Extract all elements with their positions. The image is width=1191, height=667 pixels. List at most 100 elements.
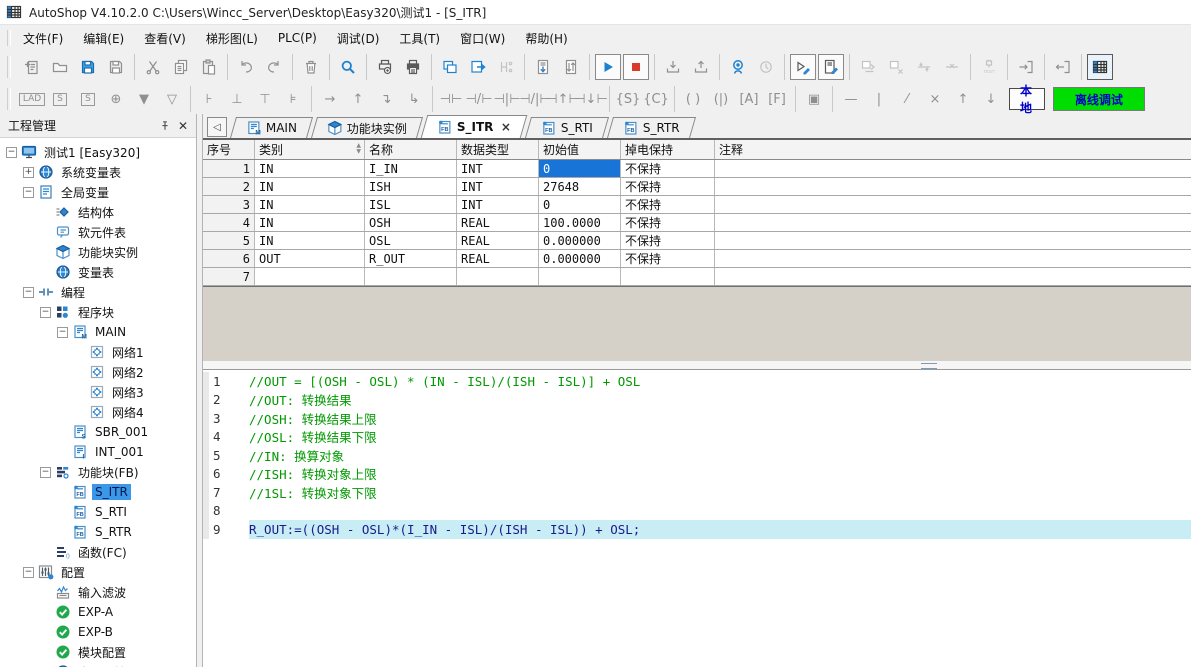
cell-name[interactable]: ISL [365,196,457,213]
cell-retain[interactable] [621,268,715,285]
expander-icon[interactable]: − [23,567,34,578]
code-line-8[interactable]: 8 [203,502,1191,521]
line-up-button[interactable]: ↑ [345,86,371,112]
column-header-5[interactable]: 掉电保持 [621,140,715,159]
tree-item-s-rti[interactable]: FBS_RTI [0,502,196,522]
tab-fb-instance[interactable]: 功能块实例 [311,117,423,138]
device-monitor-table-button[interactable] [1087,54,1113,80]
coil-out-button[interactable]: ( ) [680,86,706,112]
tree-item-fb-instances[interactable]: 功能块实例 [0,242,196,262]
cell-type[interactable]: INT [457,178,539,195]
online-edit-button[interactable] [818,54,844,80]
export-window-button[interactable] [465,54,491,80]
tree-item-functions-fc[interactable]: ()函数(FC) [0,542,196,562]
print-preview-button[interactable] [372,54,398,80]
cell-type[interactable]: INT [457,160,539,177]
branch-close-button[interactable]: ⊥ [224,86,250,112]
tree-item-input-filter[interactable]: 输入滤波 [0,582,196,602]
tree-item-network-3[interactable]: 网络3 [0,382,196,402]
menu-item-3[interactable]: 梯形图(L) [197,27,267,50]
menu-item-5[interactable]: 调试(D) [328,27,389,50]
cell-no[interactable]: 5 [203,232,255,249]
cell-no[interactable]: 4 [203,214,255,231]
contact-no-button[interactable]: ⊣⊢ [438,86,464,112]
find-button[interactable] [335,54,361,80]
column-header-1[interactable]: 类别▲▼ [255,140,365,159]
monitor-button[interactable] [725,54,751,80]
cell-init[interactable]: 27648 [539,178,621,195]
lad-mode-button[interactable]: LAD [19,86,45,112]
upload-plc-button[interactable] [688,54,714,80]
tree-item-function-blocks-fb[interactable]: −功能块(FB) [0,462,196,482]
tab-close-icon[interactable]: × [500,120,510,134]
move-up-button[interactable]: ↑ [950,86,976,112]
tree-item-variable-table[interactable]: 变量表 [0,262,196,282]
cell-name[interactable]: R_OUT [365,250,457,267]
tree-item-global-variables[interactable]: −全局变量 [0,182,196,202]
tree-item-struct-types[interactable]: 结构体 [0,202,196,222]
stl-mode-button[interactable]: S [47,86,73,112]
tree-item-exp-b[interactable]: EXP-B [0,622,196,642]
cell-name[interactable]: OSH [365,214,457,231]
insert-row-down-button[interactable]: ▼ [131,86,157,112]
code-line-2[interactable]: 2//OUT: 转换结果 [203,391,1191,410]
cell-cat[interactable]: IN [255,160,365,177]
logout-button[interactable] [1050,54,1076,80]
time-monitor-button[interactable] [753,54,779,80]
cell-no[interactable]: 6 [203,250,255,267]
contact-rising-button[interactable]: ⊣↑⊢ [550,86,576,112]
tree-item-s-itr[interactable]: FBS_ITR [0,482,196,502]
coil-not-button[interactable]: (|) [708,86,734,112]
tree-item-main-program[interactable]: −MMAIN [0,322,196,342]
coil-reset-button[interactable]: {C} [643,86,669,112]
h-line-button[interactable]: — [838,86,864,112]
tree-item-network-4[interactable]: 网络4 [0,402,196,422]
cell-retain[interactable]: 不保持 [621,160,715,177]
tree-item-electronic-cam[interactable]: 电子凸轮 [0,662,196,667]
download-plc-button[interactable] [660,54,686,80]
cell-comment[interactable] [715,196,1191,213]
cell-no[interactable]: 1 [203,160,255,177]
column-header-2[interactable]: 名称 [365,140,457,159]
cell-init[interactable]: 0.000000 [539,250,621,267]
paste-button[interactable] [196,54,222,80]
code-line-4[interactable]: 4//OSL: 转换结果下限 [203,428,1191,447]
cell-cat[interactable]: IN [255,232,365,249]
cell-comment[interactable] [715,214,1191,231]
tree-item-program-blocks[interactable]: −程序块 [0,302,196,322]
function-block-insert-button[interactable]: ▣ [801,86,827,112]
expander-icon[interactable]: − [40,307,51,318]
contact-n-button[interactable]: ⊣/|⊢ [522,86,548,112]
cell-comment[interactable] [715,178,1191,195]
stop-button[interactable] [623,54,649,80]
line-corner-down-button[interactable]: ↴ [373,86,399,112]
menu-item-8[interactable]: 帮助(H) [516,27,576,50]
element-usage-button[interactable] [883,54,909,80]
tree-item-system-variable-table[interactable]: +系统变量表 [0,162,196,182]
cell-no[interactable]: 3 [203,196,255,213]
cell-type[interactable]: REAL [457,232,539,249]
tree-item-device-element-table[interactable]: 软元件表 [0,222,196,242]
cell-retain[interactable]: 不保持 [621,196,715,213]
tab-s-rtr[interactable]: FBS_RTR [607,117,696,138]
cell-type[interactable] [457,268,539,285]
column-header-4[interactable]: 初始值 [539,140,621,159]
cell-type[interactable]: REAL [457,250,539,267]
redo-button[interactable] [261,54,287,80]
run-button[interactable] [595,54,621,80]
column-header-6[interactable]: 注释 [715,140,1191,159]
debug-mode-indicator[interactable]: 离线调试 [1053,87,1145,111]
code-line-5[interactable]: 5//IN: 换算对象 [203,446,1191,465]
expander-icon[interactable]: − [57,327,68,338]
tree-item-configuration[interactable]: −配置 [0,562,196,582]
code-line-1[interactable]: 1//OUT = [(OSH - OSL) * (IN - ISL)/(ISH … [203,372,1191,391]
delete-row-ladder-button[interactable]: ▽ [159,86,185,112]
open-project-button[interactable] [47,54,73,80]
local-button[interactable]: 本地 [1009,88,1045,110]
tab-s-rti[interactable]: FBS_RTI [525,117,609,138]
cell-cat[interactable]: IN [255,214,365,231]
cell-init[interactable]: 0 [539,160,621,177]
expander-icon[interactable]: − [6,147,17,158]
cell-comment[interactable] [715,250,1191,267]
cell-comment[interactable] [715,268,1191,285]
